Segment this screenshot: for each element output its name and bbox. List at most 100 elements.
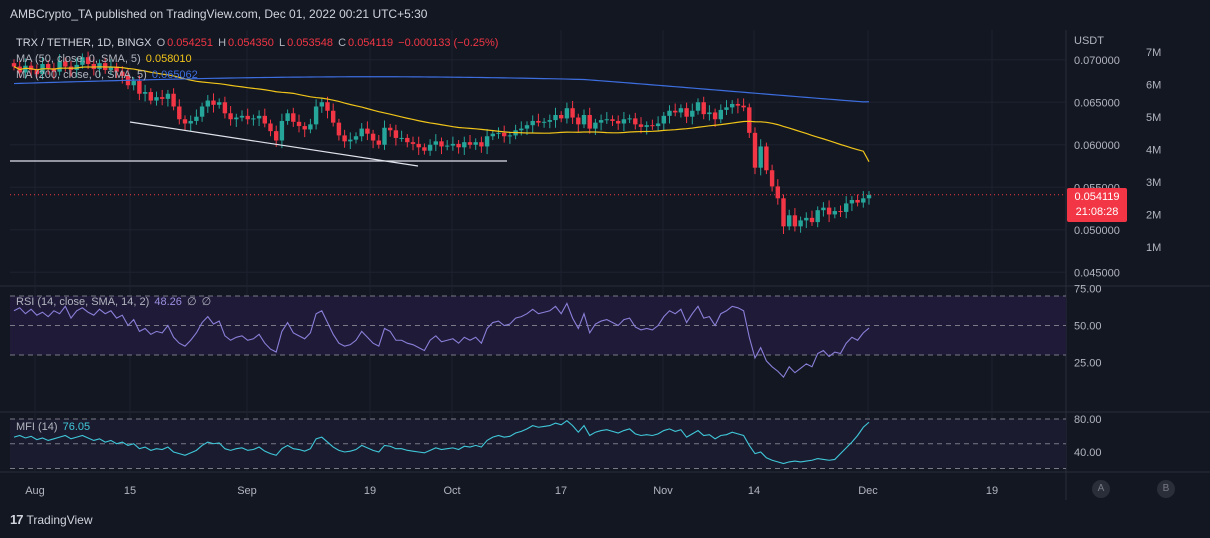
open-label: O bbox=[156, 37, 166, 49]
price-tick-label: 0.065000 bbox=[1074, 97, 1120, 109]
candle-body bbox=[416, 143, 421, 148]
candle-body bbox=[644, 125, 649, 127]
ma50-value: 0.058010 bbox=[145, 53, 192, 65]
candle-body bbox=[473, 142, 478, 145]
candle-body bbox=[712, 112, 718, 120]
price-tick-label: 0.050000 bbox=[1074, 225, 1120, 237]
candle-body bbox=[393, 130, 399, 138]
candle-body bbox=[410, 142, 416, 144]
publisher-header: AMBCrypto_TA published on TradingView.co… bbox=[10, 7, 428, 21]
candle-body bbox=[342, 135, 347, 142]
candle-body bbox=[279, 120, 285, 141]
candle-body bbox=[821, 207, 826, 211]
candle-body bbox=[547, 120, 552, 122]
candle-body bbox=[268, 123, 273, 132]
time-axis-label: 14 bbox=[748, 485, 760, 497]
candle-body bbox=[735, 103, 741, 106]
candle-body bbox=[638, 124, 644, 127]
ma50-legend[interactable]: MA (50, close, 0, SMA, 5) 0.058010 bbox=[16, 53, 194, 65]
candle-body bbox=[866, 194, 872, 199]
candle-body bbox=[798, 220, 803, 227]
candle-body bbox=[450, 143, 456, 146]
bar-countdown: 21:08:28 bbox=[1075, 206, 1119, 218]
mfi-legend[interactable]: MFI (14) 76.05 bbox=[16, 421, 92, 433]
ma50-label: MA (50, close, 0, SMA, 5) bbox=[16, 53, 141, 65]
price-tick-label: 0.060000 bbox=[1074, 140, 1120, 152]
candle-body bbox=[849, 200, 855, 204]
tradingview-logo-icon: 17 bbox=[10, 512, 24, 527]
candle-body bbox=[348, 139, 353, 142]
candle-body bbox=[855, 200, 860, 203]
candle-body bbox=[399, 137, 404, 139]
candle-body bbox=[804, 217, 809, 221]
rsi-tick-label: 50.00 bbox=[1074, 321, 1102, 333]
candle-body bbox=[234, 117, 239, 120]
candle-body bbox=[610, 119, 615, 121]
close-label: C bbox=[338, 37, 347, 49]
candle-body bbox=[479, 142, 484, 147]
candle-body bbox=[598, 120, 604, 123]
candle-body bbox=[844, 203, 849, 212]
candle-body bbox=[228, 113, 233, 120]
candle-body bbox=[302, 126, 307, 130]
candle-body bbox=[718, 109, 723, 120]
candle-body bbox=[570, 108, 575, 118]
last-price-value: 0.054119 bbox=[1074, 191, 1120, 203]
candle-body bbox=[553, 115, 558, 121]
auto-scale-button[interactable]: A bbox=[1092, 480, 1110, 498]
candle-body bbox=[142, 92, 148, 94]
symbol-name[interactable]: TRX / TETHER, 1D, BINGX bbox=[16, 37, 152, 49]
low-label: L bbox=[278, 37, 286, 49]
rsi-tick-label: 25.00 bbox=[1074, 357, 1102, 369]
candle-body bbox=[616, 120, 621, 124]
mfi-value: 76.05 bbox=[62, 421, 91, 433]
candle-body bbox=[581, 115, 587, 125]
candle-body bbox=[325, 102, 330, 111]
time-axis-label: 15 bbox=[124, 485, 136, 497]
candle-body bbox=[222, 102, 228, 114]
candle-body bbox=[781, 198, 786, 227]
candle-body bbox=[695, 102, 701, 111]
time-axis-label: 19 bbox=[986, 485, 998, 497]
time-axis-label: Aug bbox=[25, 485, 45, 497]
rsi-extra-1: ∅ bbox=[186, 296, 197, 308]
candle-body bbox=[861, 198, 866, 203]
rsi-legend[interactable]: RSI (14, close, SMA, 14, 2) 48.26 ∅ ∅ bbox=[16, 295, 213, 308]
candle-body bbox=[684, 108, 689, 117]
candle-body bbox=[194, 116, 199, 121]
candle-body bbox=[285, 113, 290, 121]
currency-label: USDT bbox=[1074, 35, 1104, 47]
candle-body bbox=[752, 132, 758, 168]
candle-body bbox=[188, 120, 193, 124]
volume-tick-label: 6M bbox=[1146, 80, 1161, 92]
volume-tick-label: 1M bbox=[1146, 242, 1161, 254]
candle-body bbox=[382, 127, 387, 145]
candle-body bbox=[741, 105, 746, 108]
candle-body bbox=[365, 128, 370, 134]
ma200-label: MA (200, close, 0, SMA, 5) bbox=[16, 69, 147, 81]
candle-body bbox=[262, 115, 267, 124]
b-button[interactable]: B bbox=[1157, 480, 1175, 498]
time-axis-label: Oct bbox=[443, 485, 460, 497]
candle-body bbox=[251, 118, 256, 120]
candle-body bbox=[593, 122, 598, 129]
candle-body bbox=[587, 115, 592, 129]
volume-tick-label: 7M bbox=[1146, 47, 1161, 59]
tradingview-footer[interactable]: 17 TradingView bbox=[10, 512, 93, 527]
candle-body bbox=[678, 108, 684, 113]
candle-body bbox=[673, 110, 678, 113]
candle-body bbox=[177, 106, 182, 120]
last-price-label: 0.054119 21:08:28 bbox=[1067, 188, 1127, 222]
candle-body bbox=[308, 124, 313, 130]
rsi-label: RSI (14, close, SMA, 14, 2) bbox=[16, 296, 150, 308]
candle-body bbox=[661, 115, 666, 124]
candle-body bbox=[291, 113, 296, 122]
candle-body bbox=[701, 102, 706, 115]
volume-tick-label: 4M bbox=[1146, 145, 1161, 157]
candle-body bbox=[467, 142, 473, 145]
time-axis-label: 17 bbox=[555, 485, 567, 497]
tradingview-chart-window: Aug 15 Sep 19 Oct 17 Nov 14 Dec 19 0.070000 0.06500… bbox=[0, 0, 1210, 538]
candle-body bbox=[826, 207, 832, 215]
candle-body bbox=[769, 170, 775, 187]
ma200-legend[interactable]: MA (200, close, 0, SMA, 5) 0.065062 bbox=[16, 69, 200, 81]
